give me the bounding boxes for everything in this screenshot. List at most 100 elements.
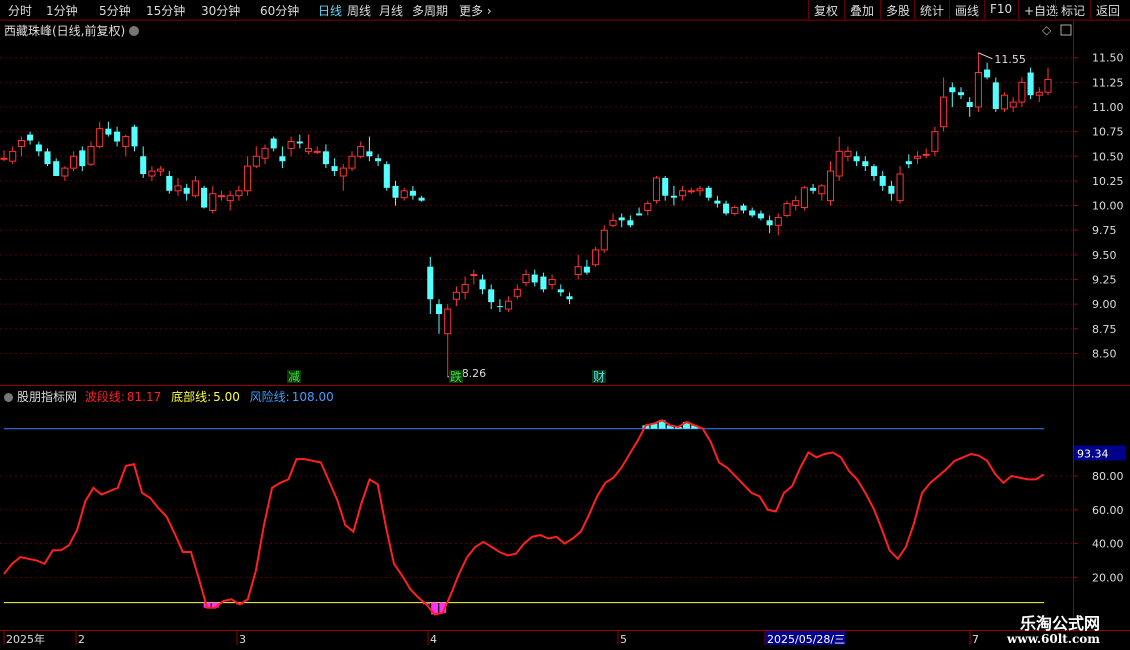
candle-body — [296, 141, 303, 144]
candle-body — [244, 165, 252, 192]
candle-body — [966, 102, 973, 107]
candle-body — [148, 170, 156, 177]
candle-body — [375, 158, 382, 162]
candle-body — [670, 195, 677, 198]
price-tick-label: 9.25 — [1092, 274, 1117, 287]
time-label: 4 — [430, 633, 437, 646]
candle-body — [731, 207, 739, 214]
candle-body — [618, 217, 625, 221]
indicator-tick-label: 40.00 — [1092, 538, 1124, 551]
candle-body — [540, 276, 547, 290]
candle-body — [974, 72, 982, 108]
candle-body — [1009, 101, 1017, 108]
candle-body — [313, 150, 321, 153]
candle-body — [679, 190, 687, 197]
candle-body — [905, 161, 912, 165]
candle-body — [252, 155, 260, 167]
candle-body — [174, 185, 182, 192]
candle-body — [470, 274, 478, 277]
candle-body — [79, 150, 86, 167]
candle-body — [435, 304, 443, 314]
time-label: 2 — [78, 633, 85, 646]
candle-body — [348, 155, 356, 169]
time-label: 3 — [239, 633, 246, 646]
candle-body — [627, 220, 634, 226]
candle-body — [235, 190, 243, 197]
candle-body — [574, 266, 582, 276]
candle-body — [600, 229, 608, 251]
candle-body — [705, 187, 712, 198]
price-tick-label: 11.50 — [1092, 52, 1124, 65]
price-tick-label: 9.00 — [1092, 298, 1117, 311]
price-tick-label: 11.00 — [1092, 101, 1124, 114]
candle-body — [270, 138, 277, 149]
candle-body — [957, 92, 965, 96]
candle-body — [444, 308, 452, 335]
candle-body — [261, 147, 269, 159]
candle-body — [27, 134, 34, 141]
candle-body — [862, 161, 869, 167]
candle-body — [992, 82, 999, 109]
candle-body — [662, 177, 669, 196]
signal-label: 财 — [593, 370, 605, 384]
candle-body — [826, 170, 835, 202]
candle-body — [792, 200, 800, 207]
signal-label: 减 — [288, 370, 300, 384]
candle-body — [70, 155, 78, 169]
high-label: 11.55 — [994, 53, 1026, 66]
price-tick-label: 10.75 — [1092, 126, 1124, 139]
candle-body — [870, 166, 878, 176]
price-tick-label: 11.25 — [1092, 76, 1124, 89]
diamond-icon: ◇ — [1042, 23, 1052, 37]
candle-body — [17, 140, 25, 147]
candle-body — [122, 136, 130, 147]
candle-body — [714, 200, 721, 204]
price-tick-label: 10.50 — [1092, 150, 1124, 163]
indicator-tick-label: 60.00 — [1092, 504, 1124, 517]
candle-body — [331, 166, 338, 172]
candle-body — [940, 96, 948, 128]
candle-body — [922, 153, 930, 156]
price-tick-label: 10.00 — [1092, 200, 1124, 213]
candle-body — [800, 187, 808, 209]
candle-body — [1044, 78, 1052, 93]
candle-body — [913, 155, 922, 159]
candle-body — [217, 195, 226, 198]
wave-line — [3, 419, 1045, 616]
chart-canvas: 11.50 11.25 11.00 10.75 10.50 10.25 10.00 9.75 9… — [0, 19, 1130, 646]
candle-body — [157, 168, 165, 172]
candle-body — [896, 173, 904, 202]
candle-body — [557, 289, 564, 293]
low-label: 8.26 — [462, 367, 487, 380]
watermark-title: 乐淘公式网 — [1019, 614, 1100, 633]
candle-body — [201, 187, 208, 208]
candle-body — [548, 279, 556, 285]
candle-body — [9, 150, 17, 162]
candle-body — [383, 164, 390, 188]
candle-body — [418, 197, 425, 201]
current-value-text: 93.34 — [1077, 447, 1109, 460]
candle-body — [287, 141, 295, 149]
candle-body — [931, 131, 939, 152]
candle-body — [566, 296, 573, 300]
candle-body — [96, 128, 104, 147]
time-label: 2025年 — [6, 632, 45, 646]
candle-body — [87, 145, 95, 165]
candle-body — [140, 156, 147, 175]
candle-body — [304, 147, 313, 152]
price-tick-label: 9.50 — [1092, 249, 1117, 262]
candle-body — [427, 266, 434, 300]
candle-body — [513, 288, 521, 297]
candle-body — [131, 126, 138, 147]
candle-body — [35, 144, 42, 152]
candle-body — [844, 150, 852, 157]
candle-body — [209, 193, 217, 212]
candle-body — [61, 167, 69, 177]
candle-body — [452, 291, 460, 300]
candle-body — [609, 219, 617, 226]
candle-body — [984, 69, 991, 78]
candle-body — [191, 180, 199, 197]
candle-body — [53, 161, 60, 176]
candle-body — [279, 156, 286, 162]
candle-body — [583, 266, 590, 273]
